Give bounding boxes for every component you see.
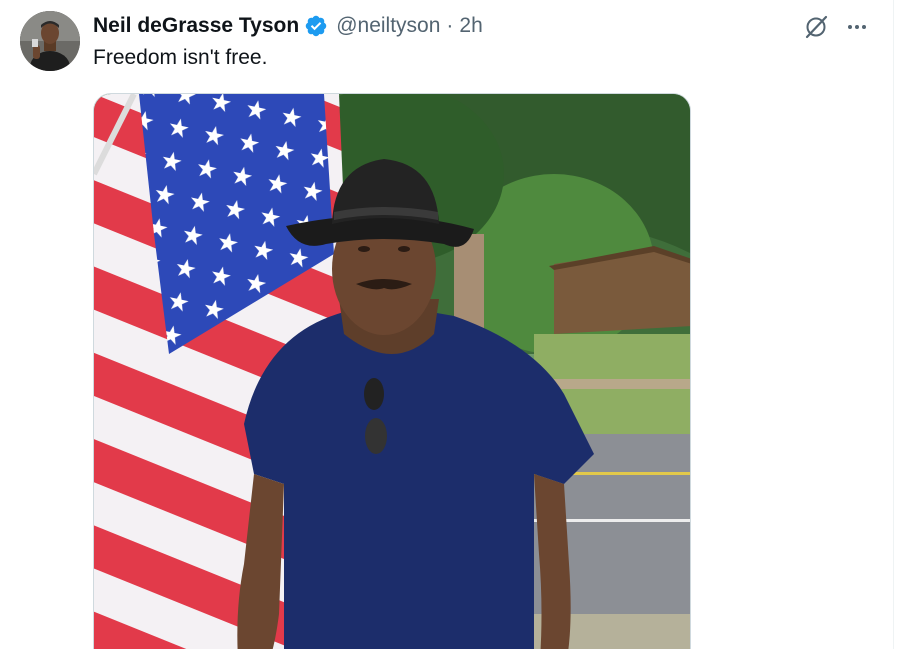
author-handle[interactable]: @neiltyson bbox=[336, 14, 440, 38]
tweet-header: Neil deGrasse Tyson @neiltyson · 2h bbox=[93, 12, 483, 40]
avatar[interactable] bbox=[20, 11, 80, 71]
grok-icon[interactable] bbox=[801, 12, 831, 42]
tweet-text: Freedom isn't free. bbox=[93, 46, 268, 69]
more-options-icon[interactable] bbox=[842, 12, 872, 42]
timestamp[interactable]: 2h bbox=[459, 14, 482, 38]
separator-dot: · bbox=[446, 14, 454, 37]
display-name[interactable]: Neil deGrasse Tyson bbox=[93, 14, 299, 38]
tweet-photo[interactable] bbox=[93, 93, 691, 649]
tweet[interactable]: Neil deGrasse Tyson @neiltyson · 2h Free… bbox=[0, 0, 894, 649]
verified-badge-icon[interactable] bbox=[304, 14, 328, 38]
